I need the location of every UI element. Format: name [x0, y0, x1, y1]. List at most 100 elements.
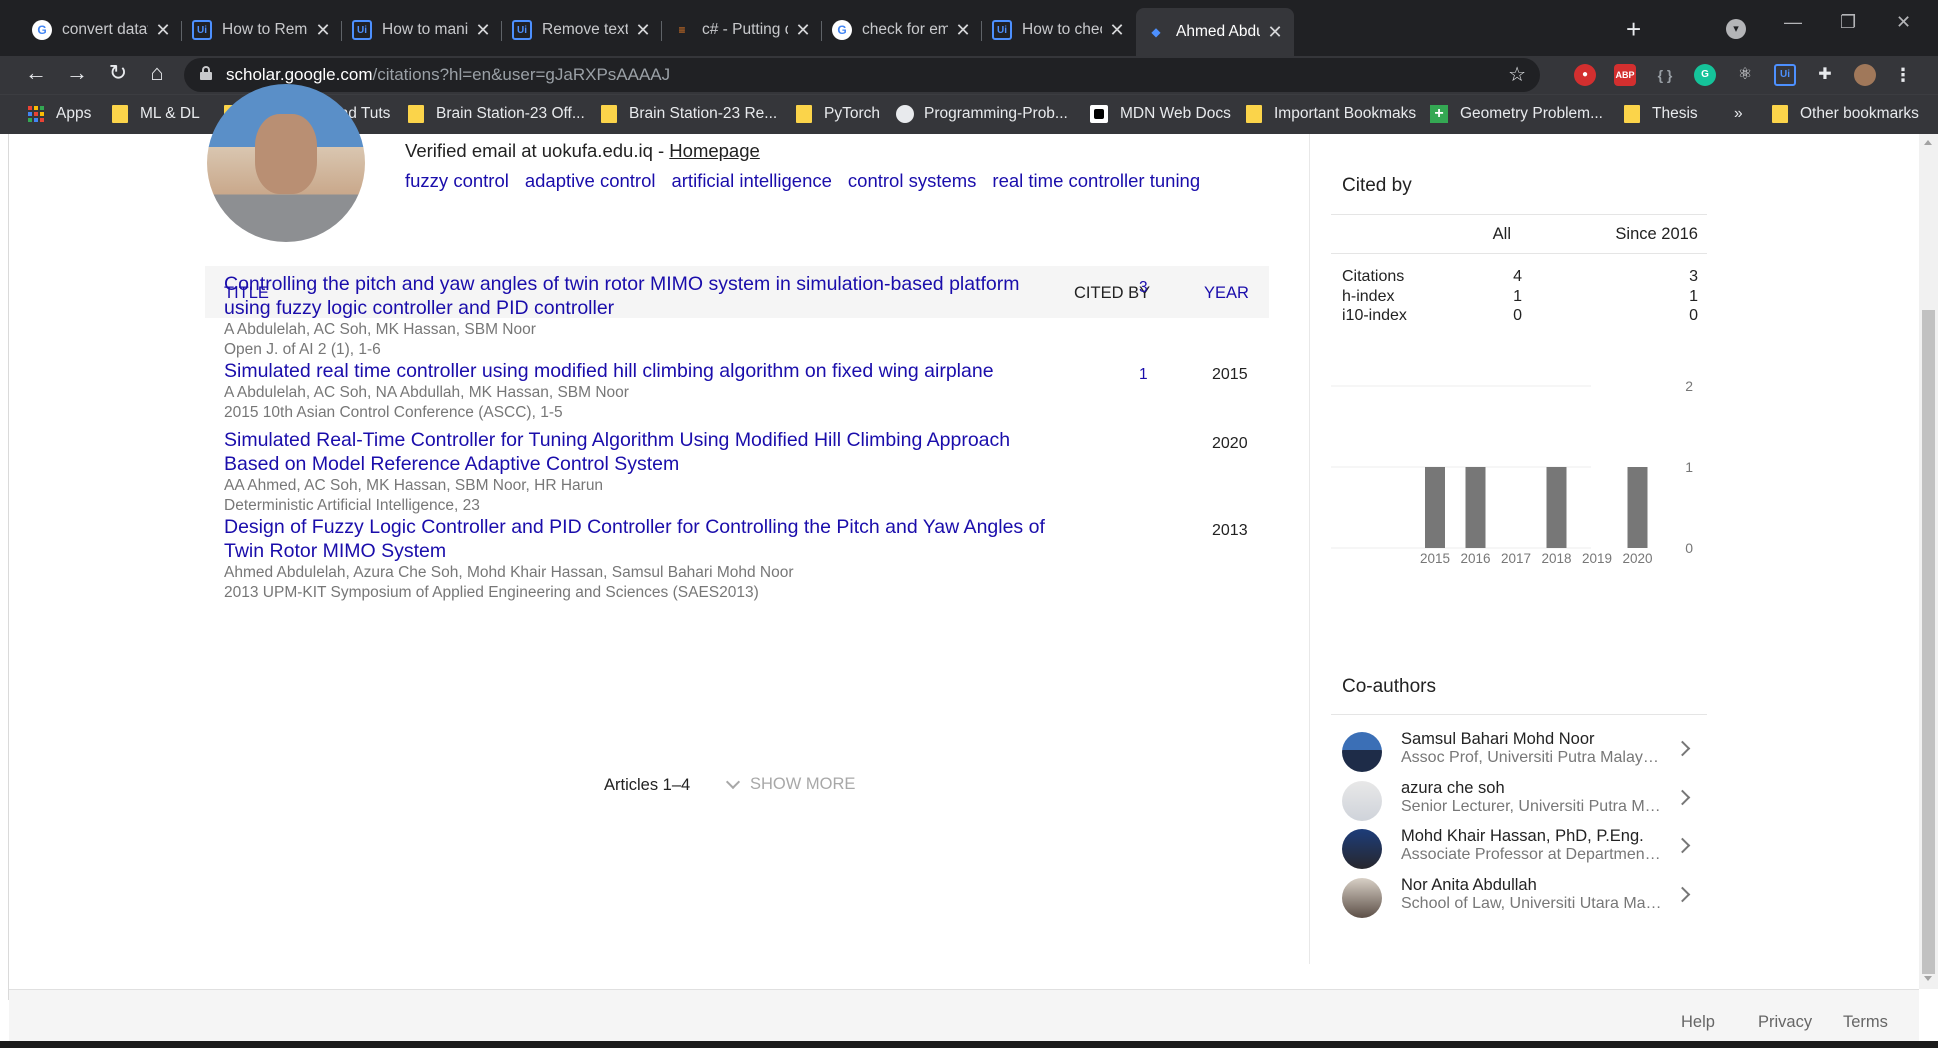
- tab[interactable]: Ui How to manipulat ✕: [342, 10, 502, 50]
- chevron-right-icon[interactable]: [1674, 740, 1691, 757]
- close-tab-icon[interactable]: ✕: [154, 20, 172, 41]
- reload-icon[interactable]: ↻: [103, 60, 133, 86]
- bookmarks-overflow-button[interactable]: »: [1734, 105, 1743, 123]
- chevron-down-icon: [725, 774, 741, 790]
- chevron-right-icon[interactable]: [1674, 789, 1691, 805]
- coauthor-name-link[interactable]: Nor Anita Abdullah: [1401, 876, 1537, 895]
- uipath-icon: Ui: [192, 20, 212, 40]
- grammarly-icon[interactable]: G: [1694, 64, 1716, 86]
- home-icon[interactable]: ⌂: [142, 60, 172, 86]
- bookmark-item[interactable]: MDN Web Docs: [1090, 105, 1231, 123]
- tab[interactable]: Gconvert datatable ✕: [22, 10, 182, 50]
- menu-kebab-icon[interactable]: ⋮: [1892, 64, 1914, 86]
- cited-by-count-link[interactable]: 3: [1139, 279, 1148, 297]
- privacy-link[interactable]: Privacy: [1758, 1013, 1812, 1032]
- close-tab-icon[interactable]: ✕: [1266, 22, 1284, 43]
- chevron-right-icon[interactable]: [1674, 837, 1691, 854]
- tab-search-icon[interactable]: ▾: [1726, 19, 1746, 39]
- vertical-scrollbar[interactable]: [1919, 134, 1938, 989]
- metric-label[interactable]: Citations: [1342, 268, 1404, 286]
- tab[interactable]: Ui How to check if a ✕: [982, 10, 1136, 50]
- bookmark-item[interactable]: ML & DL: [112, 105, 200, 123]
- bookmark-item[interactable]: + Geometry Problem...: [1430, 105, 1603, 123]
- json-viewer-icon[interactable]: { }: [1654, 64, 1676, 86]
- coauthor-name-link[interactable]: azura che soh: [1401, 779, 1505, 798]
- metric-label[interactable]: i10-index: [1342, 307, 1407, 325]
- new-tab-button[interactable]: +: [1626, 14, 1641, 45]
- bookmark-item[interactable]: Important Bookmaks: [1246, 105, 1416, 123]
- minimize-button[interactable]: —: [1784, 12, 1802, 33]
- interest-link[interactable]: control systems: [848, 170, 977, 191]
- coauthor-name-link[interactable]: Samsul Bahari Mohd Noor: [1401, 730, 1595, 749]
- address-bar[interactable]: scholar.google.com/citations?hl=en&user=…: [184, 58, 1540, 92]
- close-tab-icon[interactable]: ✕: [954, 20, 972, 41]
- url-text[interactable]: scholar.google.com/citations?hl=en&user=…: [226, 65, 670, 85]
- profile-photo: [207, 84, 365, 242]
- tab[interactable]: Ui How to Remove ✕: [182, 10, 342, 50]
- scrollbar-thumb[interactable]: [1922, 310, 1935, 974]
- close-tab-icon[interactable]: ✕: [314, 20, 332, 41]
- chart-x-tick-label: 2017: [1501, 551, 1531, 566]
- bookmark-item[interactable]: Programming-Prob...: [896, 105, 1068, 123]
- bookmark-item[interactable]: PyTorch: [796, 105, 880, 123]
- tab[interactable]: ≡ c# - Putting datat ✕: [662, 10, 822, 50]
- adblock-plus-icon[interactable]: ABP: [1614, 64, 1636, 86]
- extension-record-icon[interactable]: ●: [1574, 64, 1596, 86]
- scroll-down-arrow-icon[interactable]: [1924, 976, 1932, 981]
- bookmark-item[interactable]: Apps: [28, 105, 91, 123]
- chart-bar[interactable]: [1627, 467, 1648, 548]
- lock-icon[interactable]: [200, 66, 212, 80]
- forward-arrow-icon[interactable]: →: [62, 60, 92, 86]
- mdn-icon: [1090, 105, 1108, 123]
- interest-link[interactable]: fuzzy control: [405, 170, 509, 191]
- chevron-right-icon[interactable]: [1674, 886, 1691, 902]
- bookmark-star-icon[interactable]: ☆: [1508, 62, 1526, 87]
- tab[interactable]: Ui Remove text from ✕: [502, 10, 662, 50]
- profile-avatar[interactable]: [1854, 64, 1876, 86]
- apps-grid-icon: [28, 106, 44, 122]
- tab[interactable]: Gcheck for empty s ✕: [822, 10, 982, 50]
- article-title-link[interactable]: Simulated Real-Time Controller for Tunin…: [224, 428, 1064, 476]
- chart-bar[interactable]: [1546, 467, 1567, 548]
- homepage-link[interactable]: Homepage: [669, 140, 760, 161]
- uipath-extension-icon[interactable]: Ui: [1774, 64, 1796, 86]
- bookmark-label: Apps: [56, 105, 92, 122]
- close-tab-icon[interactable]: ✕: [474, 20, 492, 41]
- bookmark-label: PyTorch: [824, 105, 880, 122]
- cited-by-count-link[interactable]: 1: [1139, 366, 1148, 384]
- bookmark-item[interactable]: Brain Station-23 Re...: [601, 105, 777, 123]
- year-column-header[interactable]: YEAR: [1204, 284, 1249, 303]
- coauthor-item[interactable]: Nor Anita Abdullah School of Law, Univers…: [1331, 872, 1707, 930]
- show-more-button[interactable]: SHOW MORE: [724, 774, 855, 794]
- restore-button[interactable]: ❐: [1840, 12, 1856, 33]
- terms-link[interactable]: Terms: [1843, 1013, 1888, 1032]
- chart-x-tick-label: 2020: [1622, 551, 1652, 566]
- verified-email: Verified email at uokufa.edu.iq - Homepa…: [405, 140, 760, 161]
- article-title-link[interactable]: Design of Fuzzy Logic Controller and PID…: [224, 515, 1064, 563]
- coauthor-name-link[interactable]: Mohd Khair Hassan, PhD, P.Eng.: [1401, 827, 1644, 846]
- article-title-link[interactable]: Controlling the pitch and yaw angles of …: [224, 272, 1064, 320]
- close-window-button[interactable]: ✕: [1896, 12, 1911, 33]
- bookmark-item[interactable]: Thesis: [1624, 105, 1698, 123]
- interest-link[interactable]: adaptive control: [525, 170, 656, 191]
- close-tab-icon[interactable]: ✕: [1108, 20, 1126, 41]
- react-devtools-icon[interactable]: ⚛: [1734, 64, 1756, 86]
- scroll-up-arrow-icon[interactable]: [1924, 140, 1932, 145]
- chart-bar[interactable]: [1465, 467, 1486, 548]
- article-year: 2013: [1212, 522, 1248, 539]
- help-link[interactable]: Help: [1681, 1013, 1715, 1032]
- close-tab-icon[interactable]: ✕: [794, 20, 812, 41]
- other-bookmarks-folder[interactable]: Other bookmarks: [1772, 105, 1919, 123]
- interest-link[interactable]: real time controller tuning: [992, 170, 1200, 191]
- metric-label[interactable]: h-index: [1342, 288, 1394, 306]
- close-tab-icon[interactable]: ✕: [634, 20, 652, 41]
- article-title-link[interactable]: Simulated real time controller using mod…: [224, 359, 1064, 383]
- article-venue: 2013 UPM-KIT Symposium of Applied Engine…: [224, 584, 759, 601]
- interest-link[interactable]: artificial intelligence: [671, 170, 831, 191]
- extensions-puzzle-icon[interactable]: ✚: [1814, 64, 1836, 86]
- chart-bar[interactable]: [1425, 467, 1445, 548]
- article-authors: A Abdulelah, AC Soh, MK Hassan, SBM Noor: [224, 321, 536, 338]
- tab-active[interactable]: ◆ Ahmed Abdulelah ✕: [1136, 8, 1294, 56]
- back-arrow-icon[interactable]: ←: [21, 60, 51, 86]
- bookmark-item[interactable]: Brain Station-23 Off...: [408, 105, 585, 123]
